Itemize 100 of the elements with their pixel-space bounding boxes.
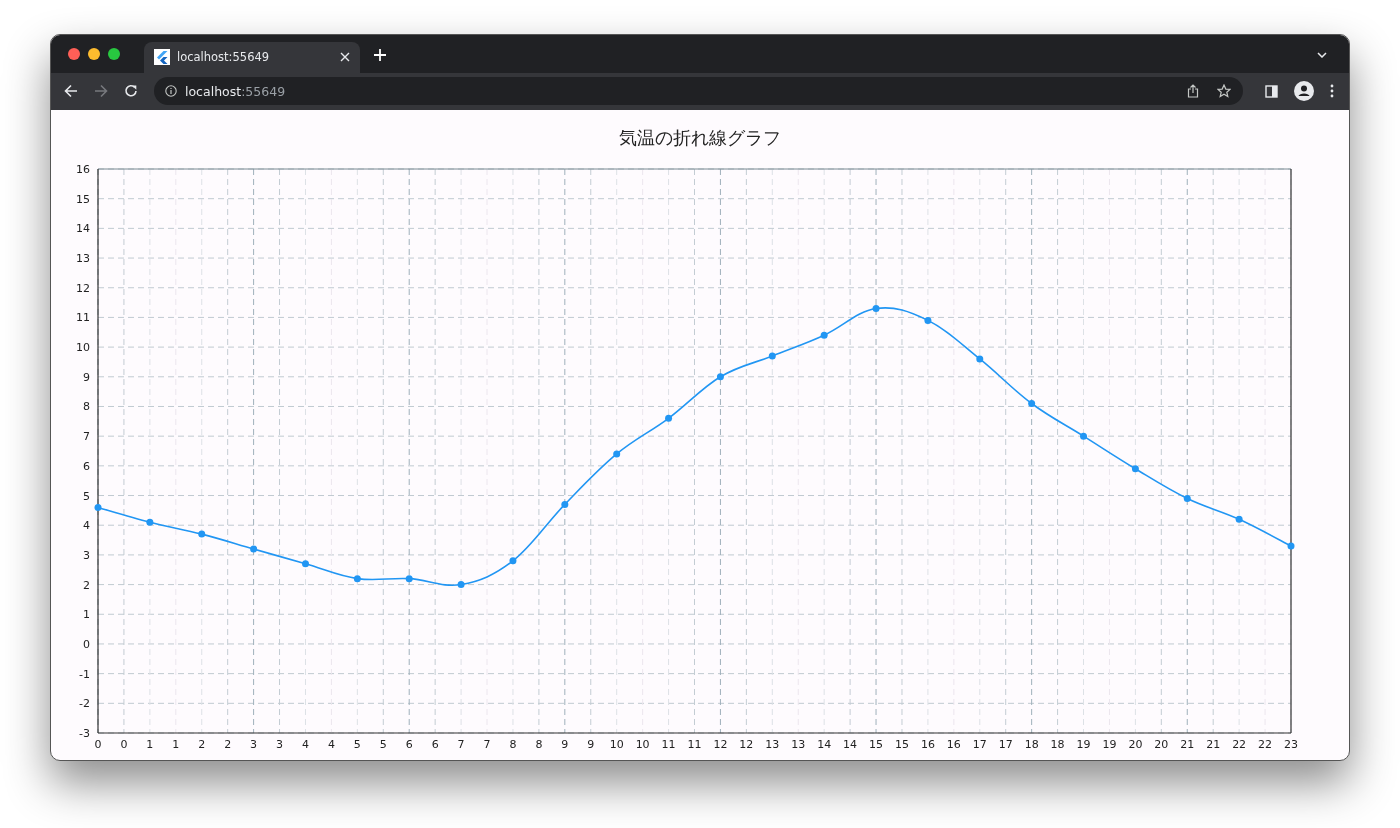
- x-axis-tick-label: 8: [535, 738, 543, 751]
- x-axis-tick-label: 4: [327, 738, 335, 751]
- window-zoom-button[interactable]: [108, 47, 120, 60]
- browser-tab[interactable]: localhost:55649: [144, 41, 360, 73]
- data-point: [457, 581, 465, 589]
- y-axis-tick-label: 6: [83, 459, 90, 473]
- x-axis-tick-label: 12: [739, 738, 754, 751]
- back-arrow-icon[interactable]: [64, 84, 78, 99]
- x-axis-tick-label: 6: [431, 738, 439, 751]
- star-icon[interactable]: [1217, 84, 1231, 99]
- data-point: [94, 503, 102, 511]
- data-point: [768, 352, 776, 360]
- x-axis-tick-label: 21: [1206, 738, 1221, 751]
- x-axis-tick-label: 19: [1102, 738, 1117, 751]
- x-axis-tick-label: 16: [920, 738, 935, 751]
- data-point: [1131, 465, 1139, 473]
- data-point: [716, 373, 724, 381]
- x-axis-tick-label: 22: [1258, 738, 1273, 751]
- y-axis-tick-label: 14: [76, 222, 90, 236]
- x-axis-tick-label: 6: [405, 738, 413, 751]
- data-point: [509, 557, 517, 565]
- x-axis-tick-label: 20: [1154, 738, 1169, 751]
- y-axis-tick-label: 5: [83, 489, 90, 503]
- y-axis-tick-label: 7: [83, 430, 90, 444]
- x-axis-tick-label: 9: [561, 738, 569, 751]
- data-point: [250, 545, 258, 553]
- data-point: [561, 500, 569, 508]
- data-point: [353, 575, 361, 583]
- chevron-down-icon[interactable]: [1317, 52, 1327, 59]
- data-point: [872, 305, 880, 312]
- x-axis-tick-label: 7: [457, 738, 465, 751]
- data-point: [613, 450, 621, 458]
- x-axis-tick-label: 23: [1284, 738, 1298, 751]
- data-point: [924, 316, 932, 324]
- data-point: [1080, 432, 1087, 440]
- x-axis-tick-label: 14: [817, 738, 832, 751]
- data-point: [820, 331, 828, 339]
- y-axis-tick-label: -1: [79, 667, 90, 681]
- data-point: [405, 575, 413, 583]
- x-axis-tick-label: 18: [1050, 738, 1065, 751]
- x-axis-tick-label: 19: [1076, 738, 1091, 751]
- x-axis-tick-label: 11: [687, 738, 702, 751]
- y-axis-tick-label: 3: [83, 548, 90, 562]
- x-axis-tick-label: 15: [895, 738, 909, 751]
- x-axis-tick-label: 1: [146, 738, 154, 751]
- y-axis-tick-label: 10: [76, 341, 90, 355]
- x-axis-tick-label: 22: [1232, 738, 1247, 751]
- x-axis-tick-label: 17: [998, 738, 1013, 751]
- x-axis-tick-label: 21: [1180, 738, 1195, 751]
- data-point: [1183, 495, 1191, 502]
- side-panel-icon[interactable]: [1265, 84, 1278, 98]
- address-bar[interactable]: localhost:55649: [154, 77, 1243, 106]
- y-axis-tick-label: 2: [83, 578, 90, 592]
- data-point: [1028, 400, 1036, 407]
- x-axis-tick-label: 12: [713, 738, 728, 751]
- data-point: [1287, 542, 1295, 550]
- x-axis-tick-label: 3: [250, 738, 258, 751]
- window-close-button[interactable]: [68, 47, 80, 60]
- chart-title: 気温の折れ線グラフ: [619, 126, 781, 150]
- window-minimize-button[interactable]: [88, 47, 100, 60]
- info-icon[interactable]: [165, 85, 177, 98]
- y-axis-tick-label: 9: [83, 370, 90, 384]
- y-axis-tick-label: 15: [76, 192, 90, 206]
- x-axis-tick-label: 1: [172, 738, 180, 751]
- x-axis-tick-label: 20: [1128, 738, 1143, 751]
- x-axis-tick-label: 13: [765, 738, 780, 751]
- x-axis-tick-label: 14: [843, 738, 858, 751]
- y-axis-tick-label: 0: [83, 637, 90, 651]
- x-axis-tick-label: 11: [661, 738, 676, 751]
- data-point: [665, 414, 673, 422]
- data-point: [1235, 515, 1243, 523]
- url-text: localhost:55649: [185, 83, 286, 99]
- x-axis-tick-label: 8: [509, 738, 517, 751]
- x-axis-tick-label: 9: [587, 738, 595, 751]
- data-point: [198, 530, 206, 538]
- x-axis-tick-label: 0: [120, 738, 128, 751]
- y-axis-tick-label: 4: [83, 519, 90, 533]
- data-point: [302, 560, 309, 568]
- profile-avatar-icon[interactable]: [1294, 81, 1314, 102]
- x-axis-tick-label: 2: [224, 738, 232, 751]
- x-axis-tick-label: 17: [972, 738, 987, 751]
- x-axis-tick-label: 10: [635, 738, 650, 751]
- more-menu-icon[interactable]: [1330, 84, 1334, 99]
- y-axis-tick-label: -2: [79, 697, 90, 711]
- x-axis-tick-label: 2: [198, 738, 206, 751]
- x-axis-tick-label: 5: [353, 738, 361, 751]
- data-point: [976, 355, 984, 363]
- plus-icon[interactable]: [374, 49, 386, 62]
- close-icon[interactable]: [340, 52, 350, 62]
- tab-favicon-icon: [154, 49, 170, 65]
- y-axis-tick-label: 8: [83, 400, 90, 414]
- y-axis-tick-label: 12: [76, 281, 90, 295]
- share-icon[interactable]: [1187, 84, 1199, 99]
- reload-icon[interactable]: [124, 84, 138, 99]
- x-axis-tick-label: 15: [869, 738, 884, 751]
- data-point: [146, 518, 154, 526]
- x-axis-tick-label: 4: [302, 738, 309, 751]
- y-axis-tick-label: 1: [83, 608, 90, 622]
- x-axis-tick-label: 16: [946, 738, 961, 751]
- y-axis-tick-label: 13: [76, 252, 90, 266]
